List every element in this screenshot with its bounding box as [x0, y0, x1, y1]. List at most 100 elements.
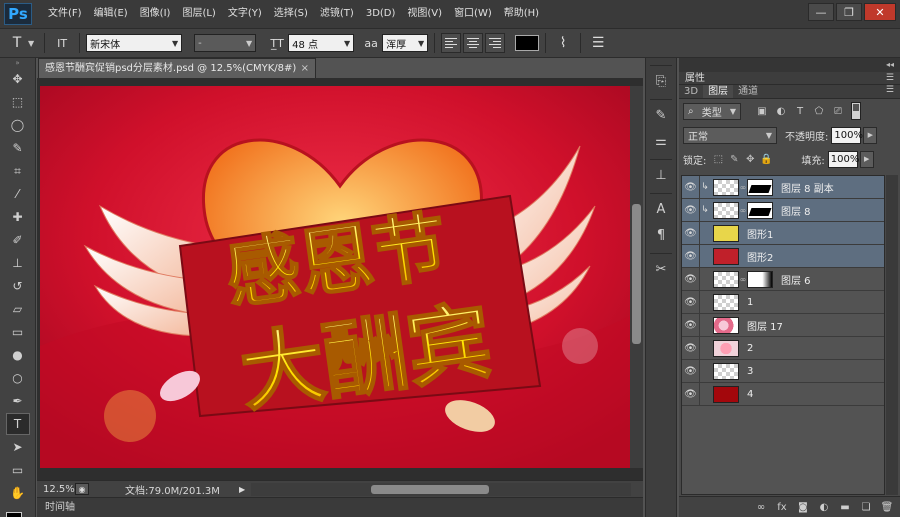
layers-scrollbar[interactable] [886, 175, 898, 495]
document-tab[interactable]: 感恩节酬宾促销psd分层素材.psd @ 12.5%(CMYK/8#) × [38, 58, 316, 78]
menu-select[interactable]: 选择(S) [268, 0, 314, 28]
menu-window[interactable]: 窗口(W) [448, 0, 498, 28]
font-style-select[interactable]: - ▼ [194, 34, 257, 52]
visibility-eye-icon[interactable]: 👁 [682, 221, 700, 245]
align-right-button[interactable] [485, 33, 506, 53]
fill-slider-button[interactable]: ▶ [859, 150, 874, 168]
menu-image[interactable]: 图像(I) [134, 0, 177, 28]
status-arrow-icon[interactable]: ▶ [239, 485, 245, 494]
mask-link-icon[interactable]: ∞ [739, 183, 747, 192]
eyedropper-tool-icon[interactable]: ⁄ [6, 183, 30, 205]
opacity-slider-button[interactable]: ▶ [863, 126, 878, 144]
adjustment-layer-icon[interactable]: ◐ [817, 500, 831, 514]
tool-presets-icon[interactable]: ✂ [650, 258, 672, 280]
visibility-eye-icon[interactable]: 👁 [682, 267, 700, 291]
warp-text-icon[interactable]: ⌇ [552, 32, 574, 54]
tab-channels[interactable]: 通道 [733, 85, 763, 98]
add-mask-icon[interactable]: ◙ [796, 500, 810, 514]
horizontal-scrollbar[interactable] [251, 482, 632, 496]
layer-row[interactable]: 👁 1 [682, 290, 884, 314]
filter-smart-object-icon[interactable]: ⎚ [831, 104, 845, 118]
filter-type-icon[interactable]: T [793, 104, 807, 118]
visibility-eye-icon[interactable]: 👁 [682, 382, 700, 406]
crop-tool-icon[interactable]: ⌗ [6, 160, 30, 182]
new-group-icon[interactable]: ▬ [838, 500, 852, 514]
eraser-tool-icon[interactable]: ▱ [6, 298, 30, 320]
visibility-eye-icon[interactable]: 👁 [682, 336, 700, 360]
foreground-color-swatch[interactable] [5, 512, 22, 517]
quick-selection-tool-icon[interactable]: ✎ [6, 137, 30, 159]
mask-link-icon[interactable]: ∞ [739, 275, 747, 284]
visibility-eye-icon[interactable]: 👁 [682, 198, 700, 222]
rectangle-tool-icon[interactable]: ▭ [6, 459, 30, 481]
type-tool-icon[interactable]: T [5, 413, 30, 435]
timeline-panel-tab[interactable]: 时间轴 [37, 497, 643, 517]
layer-row[interactable]: 👁 ↳ ∞ 图层 8 副本 [682, 175, 884, 199]
status-menu-icon[interactable]: ◉ [75, 483, 89, 495]
collapse-panel-icon[interactable]: ◂◂ [886, 58, 894, 72]
layer-row[interactable]: 👁 2 [682, 336, 884, 360]
layer-row[interactable]: 👁 4 [682, 382, 884, 406]
text-color-swatch[interactable] [515, 35, 540, 51]
layer-row[interactable]: 👁 图形2 [682, 244, 884, 268]
chevron-down-icon[interactable]: ▼ [28, 39, 34, 48]
restore-button[interactable]: ❐ [836, 3, 862, 21]
layer-style-icon[interactable]: fx [775, 500, 789, 514]
font-family-select[interactable]: 新宋体 ▼ [86, 34, 183, 52]
panel-menu-icon[interactable]: ☰ [886, 72, 894, 85]
move-tool-icon[interactable]: ✥ [6, 68, 30, 90]
document-canvas[interactable]: 感恩节 大酬宾 [40, 86, 630, 468]
menu-3d[interactable]: 3D(D) [360, 0, 402, 28]
color-picker[interactable] [4, 510, 32, 517]
marquee-tool-icon[interactable]: ⬚ [6, 91, 30, 113]
lasso-tool-icon[interactable]: ◯ [6, 114, 30, 136]
filter-kind-select[interactable]: ⌕ 类型 ▼ [683, 102, 741, 120]
type-tool-preset-icon[interactable]: T [6, 32, 28, 54]
brush-tool-icon[interactable]: ✐ [6, 229, 30, 251]
layer-row[interactable]: 👁 图层 17 [682, 313, 884, 337]
pen-tool-icon[interactable]: ✒ [6, 390, 30, 412]
menu-type[interactable]: 文字(Y) [222, 0, 268, 28]
visibility-eye-icon[interactable]: 👁 [682, 244, 700, 268]
close-button[interactable]: ✕ [864, 3, 896, 21]
font-size-select[interactable]: 48 点 ▼ [288, 34, 355, 52]
menu-filter[interactable]: 滤镜(T) [314, 0, 360, 28]
lock-transparent-icon[interactable]: ⬚ [711, 152, 725, 166]
align-center-button[interactable] [463, 33, 484, 53]
filter-toggle-switch[interactable] [851, 102, 861, 120]
menu-view[interactable]: 视图(V) [401, 0, 448, 28]
clone-source-icon[interactable]: ⊥ [650, 164, 672, 186]
brush-panel-icon[interactable]: ✎ [650, 104, 672, 126]
visibility-eye-icon[interactable]: 👁 [682, 175, 700, 199]
gradient-tool-icon[interactable]: ▭ [6, 321, 30, 343]
lock-all-icon[interactable]: 🔒 [759, 152, 773, 166]
text-orientation-icon[interactable]: IT [51, 32, 73, 54]
layer-mask-thumbnail[interactable] [747, 201, 773, 219]
properties-panel-tab[interactable]: 属性 ☰ [679, 72, 900, 85]
brush-presets-icon[interactable]: ⚌ [650, 130, 672, 152]
dodge-tool-icon[interactable]: ○ [6, 367, 30, 389]
visibility-eye-icon[interactable]: 👁 [682, 359, 700, 383]
menu-file[interactable]: 文件(F) [42, 0, 88, 28]
layer-row[interactable]: 👁 3 [682, 359, 884, 383]
new-layer-icon[interactable]: ❏ [859, 500, 873, 514]
lock-image-icon[interactable]: ✎ [727, 152, 741, 166]
blur-tool-icon[interactable]: ● [6, 344, 30, 366]
mask-link-icon[interactable]: ∞ [739, 206, 747, 215]
minimize-button[interactable]: — [808, 3, 834, 21]
menu-layer[interactable]: 图层(L) [176, 0, 221, 28]
visibility-eye-icon[interactable]: 👁 [682, 290, 700, 314]
toolbar-collapse-icon[interactable]: » [6, 59, 30, 67]
antialias-select[interactable]: 浑厚 ▼ [382, 34, 429, 52]
align-left-button[interactable] [441, 33, 462, 53]
clone-stamp-tool-icon[interactable]: ⊥ [6, 252, 30, 274]
layer-row[interactable]: 👁 ↳ ∞ 图层 8 [682, 198, 884, 222]
link-layers-icon[interactable]: ∞ [754, 500, 768, 514]
path-selection-tool-icon[interactable]: ➤ [6, 436, 30, 458]
paragraph-panel-icon[interactable]: ¶ [650, 224, 672, 246]
horizontal-scroll-thumb[interactable] [371, 484, 490, 494]
character-panel-icon[interactable]: A [650, 198, 672, 220]
vertical-scrollbar[interactable] [630, 86, 643, 468]
zoom-level[interactable]: 12.5% [37, 484, 75, 495]
layer-row[interactable]: 👁 图形1 [682, 221, 884, 245]
